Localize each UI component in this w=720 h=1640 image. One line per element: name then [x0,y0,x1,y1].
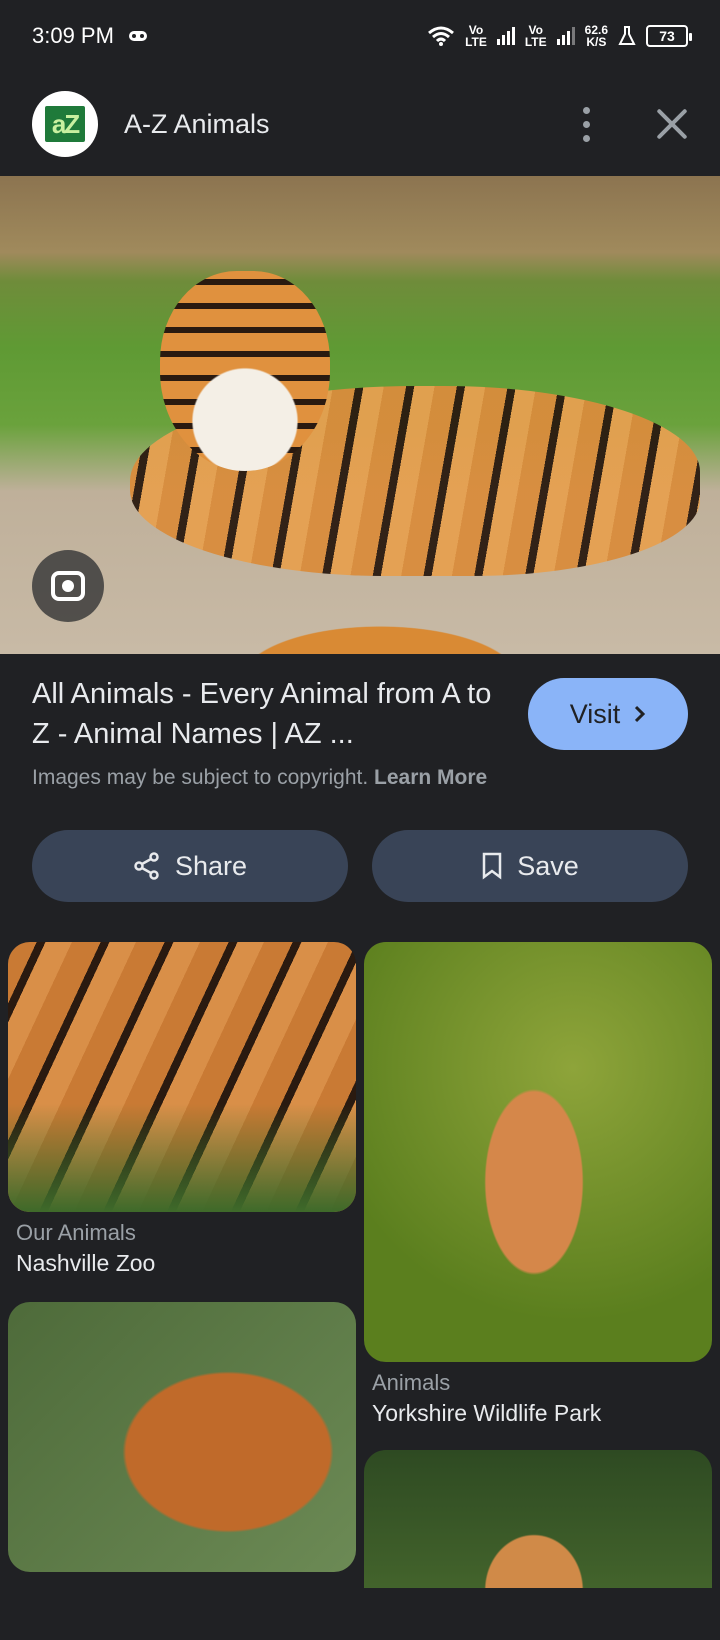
related-title: Animals [372,1370,451,1395]
gamepad-icon [128,31,147,41]
main-image[interactable] [0,176,720,654]
speed-unit: K/S [586,35,607,49]
chevron-right-icon [635,705,646,723]
action-bar: Share Save [32,830,688,902]
save-label: Save [517,850,579,881]
close-icon[interactable] [656,108,688,140]
related-image[interactable] [364,942,712,1362]
result-title[interactable]: All Animals - Every Animal from A to Z -… [32,674,502,754]
copyright-notice: Images may be subject to copyright. Lear… [32,766,688,790]
volte-indicator-2: Vo LTE [525,24,547,48]
battery-icon: 73 [646,25,692,47]
visit-label: Visit [569,698,621,729]
status-bar: 3:09 PM Vo LTE Vo LTE 62.6 K/S 73 [0,0,720,72]
share-button[interactable]: Share [32,830,348,902]
site-logo-text: aZ [45,106,85,142]
site-name: A-Z Animals [124,108,270,139]
related-image[interactable] [8,942,356,1212]
bookmark-icon [482,852,502,880]
share-label: Share [174,850,248,881]
tiger-head-shape [160,271,330,471]
related-source: Nashville Zoo [16,1250,156,1276]
wifi-icon [428,26,455,46]
related-card[interactable] [8,1302,356,1572]
battery-level: 73 [659,28,675,44]
volte-indicator-1: Vo LTE [465,24,487,48]
share-icon [134,852,159,880]
status-time: 3:09 PM [32,23,114,48]
result-info: All Animals - Every Animal from A to Z -… [32,674,688,790]
copyright-text: Images may be subject to copyright. [32,766,369,789]
related-image[interactable] [8,1302,356,1572]
volte-2-bottom: LTE [524,35,547,49]
signal-icon-2 [556,27,575,45]
related-source: Yorkshire Wildlife Park [372,1400,602,1426]
more-vert-icon[interactable] [576,106,596,142]
related-images-grid: Our Animals Nashville Zoo Animals Yorksh… [8,942,712,1588]
visit-button[interactable]: Visit [528,678,688,750]
flask-icon [618,26,636,45]
source-header: aZ A-Z Animals [0,76,720,172]
related-image[interactable] [364,1450,712,1588]
lens-button[interactable] [32,550,104,622]
related-card[interactable]: Animals Yorkshire Wildlife Park [364,942,712,1427]
signal-icon [496,27,515,45]
related-title: Our Animals [16,1220,136,1245]
learn-more-link[interactable]: Learn More [374,766,487,789]
related-card[interactable]: Our Animals Nashville Zoo [8,942,356,1277]
network-speed: 62.6 K/S [585,24,608,48]
related-card[interactable] [364,1450,712,1588]
lens-icon [51,571,85,601]
save-button[interactable]: Save [372,830,688,902]
site-logo[interactable]: aZ [32,91,98,157]
volte-1-bottom: LTE [465,35,487,49]
